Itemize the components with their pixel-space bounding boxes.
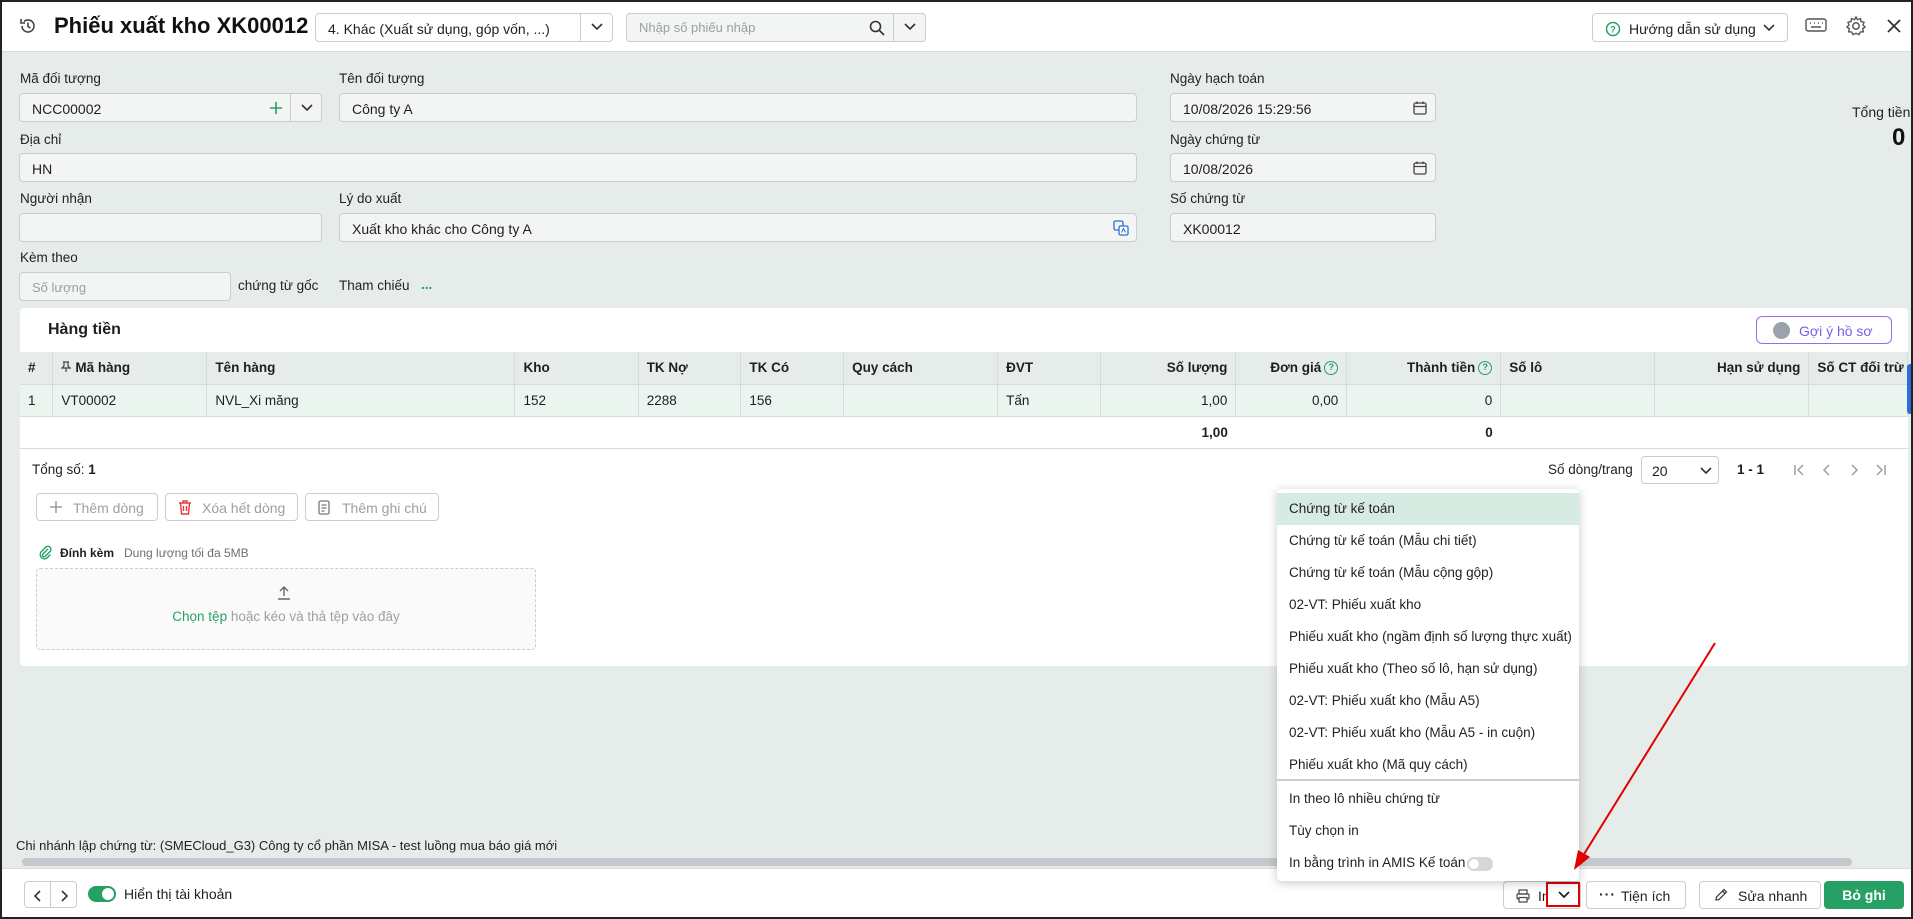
app-window: Phiếu xuất kho XK00012 4. Khác (Xuất sử … bbox=[0, 0, 1913, 919]
annotation-arrow-icon bbox=[1574, 642, 1716, 870]
